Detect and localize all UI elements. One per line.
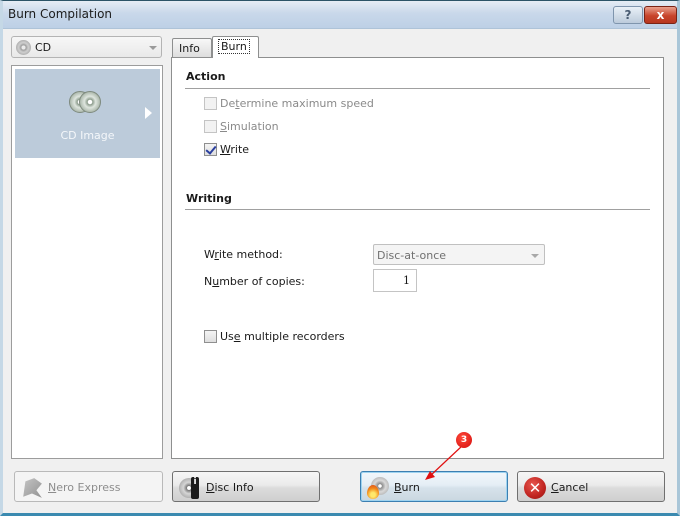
disc-info-icon: i (179, 477, 201, 499)
checkbox-box[interactable] (204, 142, 217, 156)
arrow-right-icon (145, 107, 152, 119)
window-title: Burn Compilation (8, 7, 113, 21)
checkbox-box[interactable] (204, 96, 217, 110)
write-method-dropdown[interactable]: Disc-at-once (373, 244, 545, 265)
tab-info-label: Info (179, 42, 200, 55)
checkbox-box[interactable] (204, 119, 217, 133)
button-label: Cancel (551, 481, 589, 494)
write-method-value: Disc-at-once (377, 249, 447, 262)
determine-max-speed-checkbox[interactable]: Determine maximum speed (204, 95, 374, 111)
list-item-label: CD Image (60, 129, 115, 142)
close-icon: x (656, 8, 665, 22)
nero-express-icon (23, 478, 42, 498)
button-label: Nero Express (48, 481, 121, 494)
use-multiple-recorders-checkbox[interactable]: Use multiple recorders (204, 328, 345, 344)
cancel-x-icon: ✕ (524, 477, 546, 499)
tab-burn[interactable]: Burn (212, 36, 259, 58)
help-icon: ? (624, 8, 632, 22)
burn-disc-icon (367, 477, 389, 499)
button-label: Disc Info (206, 481, 254, 494)
checkbox-label: Write (220, 142, 250, 156)
checkbox-label: Determine maximum speed (220, 96, 374, 110)
burn-tab-panel: Action Determine maximum speed Simulatio… (171, 57, 664, 459)
write-method-label: Write method: (204, 248, 283, 261)
disc-info-button[interactable]: i Disc Info (172, 471, 320, 502)
tab-info[interactable]: Info (172, 38, 212, 58)
number-of-copies-label: Number of copies: (204, 275, 305, 288)
help-button[interactable]: ? (613, 6, 643, 24)
burn-button[interactable]: Burn (360, 471, 508, 502)
list-item-cd-image[interactable]: CD Image (15, 69, 160, 158)
tab-burn-label: Burn (218, 39, 250, 54)
chevron-down-icon (531, 254, 539, 258)
checkbox-label: Use multiple recorders (220, 329, 345, 343)
button-label: Burn (394, 481, 420, 494)
media-type-dropdown[interactable]: CD (11, 36, 162, 58)
number-of-copies-input[interactable]: 1 (373, 269, 417, 292)
cd-disc-icon (16, 40, 31, 55)
chevron-down-icon (149, 46, 157, 50)
compilation-type-list: CD Image (11, 65, 163, 459)
close-button[interactable]: x (644, 6, 677, 24)
media-type-value: CD (35, 41, 52, 54)
divider (185, 88, 650, 89)
title-bar: Burn Compilation ? x (3, 1, 677, 29)
checkbox-box[interactable] (204, 329, 217, 343)
divider (185, 209, 650, 210)
write-checkbox[interactable]: Write (204, 141, 249, 157)
simulation-checkbox[interactable]: Simulation (204, 118, 279, 134)
cancel-button[interactable]: ✕ Cancel (517, 471, 665, 502)
writing-section-title: Writing (186, 192, 232, 205)
action-section-title: Action (186, 70, 226, 83)
checkbox-label: Simulation (220, 119, 279, 133)
cd-image-icon (69, 91, 105, 113)
step-annotation-badge: 3 (456, 432, 472, 448)
nero-express-button[interactable]: Nero Express (14, 471, 163, 502)
